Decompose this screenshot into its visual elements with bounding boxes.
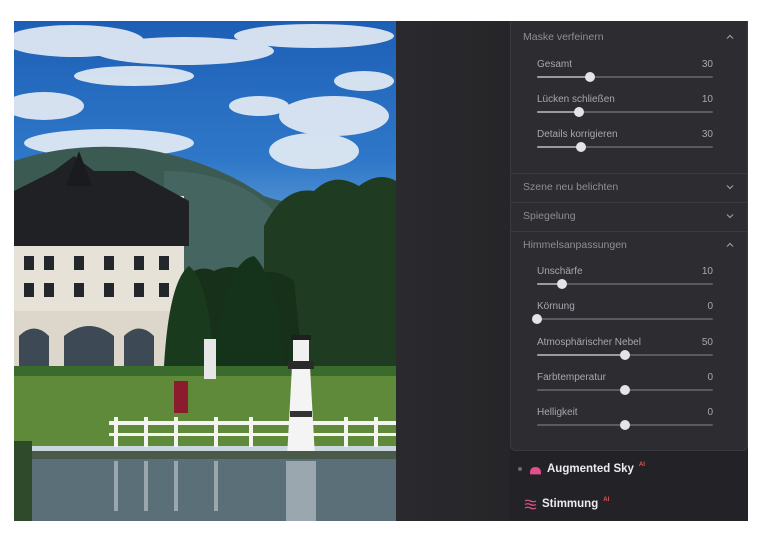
slider-value: 30	[701, 59, 713, 70]
slider-label: Körnung	[537, 301, 575, 312]
slider-thumb[interactable]	[620, 385, 630, 395]
slider-thumb[interactable]	[620, 420, 630, 430]
slider-value: 10	[701, 266, 713, 277]
slider-label: Details korrigieren	[537, 129, 618, 140]
divider	[511, 231, 747, 232]
slider-thumb[interactable]	[576, 142, 586, 152]
slider-track[interactable]	[537, 142, 713, 152]
slider-thumb[interactable]	[556, 279, 567, 289]
augmented-sky-icon	[529, 464, 542, 475]
ai-badge: AI	[603, 497, 610, 503]
slider-value: 0	[707, 407, 713, 418]
slider-label: Atmosphärischer Nebel	[537, 337, 641, 348]
slider-track[interactable]	[537, 350, 713, 360]
ai-badge: AI	[638, 462, 645, 468]
chevron-down-icon[interactable]	[725, 182, 735, 192]
slider-value: 30	[701, 129, 713, 140]
slider-helligkeit[interactable]: Helligkeit 0	[537, 407, 713, 435]
chevron-up-icon[interactable]	[725, 240, 735, 250]
section-relight-header[interactable]: Szene neu belichten	[523, 177, 735, 197]
slider-fill	[537, 146, 581, 148]
slider-value: 50	[701, 337, 713, 348]
slider-value: 10	[701, 94, 713, 105]
tool-label: Augmented Sky	[547, 463, 634, 475]
slider-details-korrigieren[interactable]: Details korrigieren 30	[537, 129, 713, 157]
slider-track[interactable]	[537, 72, 713, 82]
slider-value: 0	[707, 372, 713, 383]
active-dot-icon	[518, 467, 522, 471]
slider-track[interactable]	[537, 279, 713, 289]
slider-koernung[interactable]: Körnung 0	[532, 301, 713, 329]
slider-fill	[537, 354, 625, 356]
slider-label: Helligkeit	[537, 407, 578, 418]
canvas-background	[396, 21, 510, 521]
chevron-down-icon[interactable]	[725, 211, 735, 221]
mood-icon	[524, 499, 537, 510]
section-reflection-header[interactable]: Spiegelung	[523, 206, 735, 226]
slider-thumb[interactable]	[620, 350, 630, 360]
tool-stimmung[interactable]: Stimmung AI	[524, 497, 610, 510]
slider-label: Farbtemperatur	[537, 372, 606, 383]
slider-fill	[537, 76, 590, 78]
landscape-image	[14, 24, 396, 521]
divider	[511, 202, 747, 203]
slider-thumb[interactable]	[584, 72, 595, 82]
slider-label: Lücken schließen	[537, 94, 615, 105]
chevron-up-icon[interactable]	[725, 32, 735, 42]
slider-label: Gesamt	[537, 59, 573, 70]
slider-gesamt[interactable]: Gesamt 30	[537, 59, 713, 87]
section-relight-title: Szene neu belichten	[523, 181, 619, 193]
section-mask-refine-header[interactable]: Maske verfeinern	[523, 27, 735, 47]
slider-atmosphaerischer-nebel[interactable]: Atmosphärischer Nebel 50	[537, 337, 713, 365]
slider-label: Unschärfe	[537, 266, 583, 277]
slider-track[interactable]	[537, 420, 713, 430]
photo-preview[interactable]	[14, 21, 396, 521]
section-reflection-title: Spiegelung	[523, 210, 576, 222]
tool-augmented-sky[interactable]: Augmented Sky AI	[518, 462, 645, 475]
section-mask-refine-title: Maske verfeinern	[523, 31, 604, 43]
divider	[511, 173, 747, 174]
tool-label: Stimmung	[542, 498, 599, 510]
slider-track[interactable]	[532, 314, 713, 324]
slider-unschaerfe[interactable]: Unschärfe 10	[537, 266, 713, 294]
section-sky-adjustments-title: Himmelsanpassungen	[523, 239, 627, 251]
sky-settings-panel: Maske verfeinern Gesamt 30 Lücken schlie…	[510, 21, 748, 451]
slider-track[interactable]	[537, 385, 713, 395]
section-sky-adjustments-header[interactable]: Himmelsanpassungen	[523, 235, 735, 255]
slider-fill	[537, 111, 580, 113]
slider-luecken-schliessen[interactable]: Lücken schließen 10	[537, 94, 713, 122]
slider-value: 0	[707, 301, 713, 312]
slider-thumb[interactable]	[574, 107, 585, 117]
slider-farbtemperatur[interactable]: Farbtemperatur 0	[537, 372, 713, 400]
slider-track[interactable]	[537, 107, 713, 117]
slider-thumb[interactable]	[532, 314, 542, 324]
app-window: Maske verfeinern Gesamt 30 Lücken schlie…	[14, 21, 748, 521]
